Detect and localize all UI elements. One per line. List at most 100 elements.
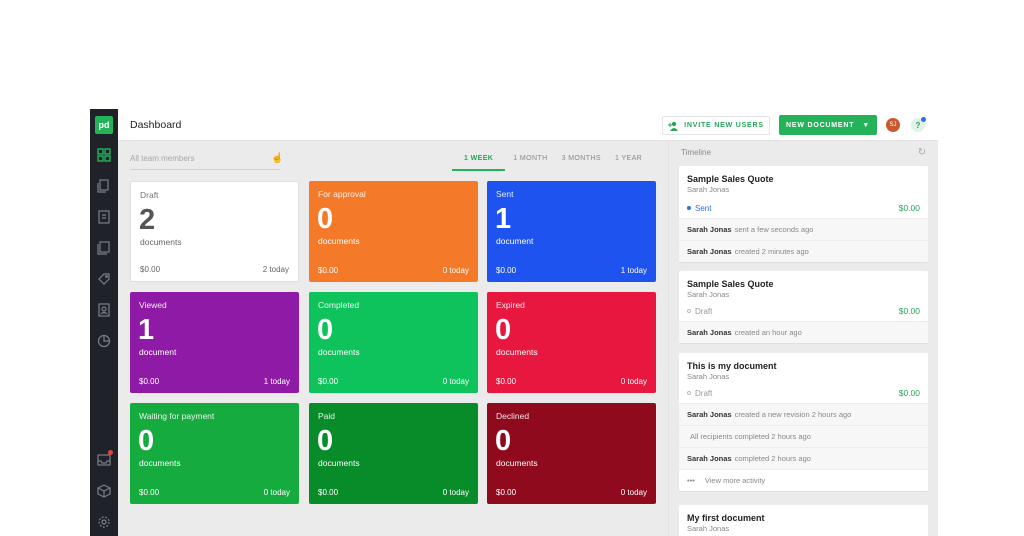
card-unit: documents	[318, 458, 360, 468]
documents-icon[interactable]	[96, 178, 112, 194]
reports-icon[interactable]	[96, 333, 112, 349]
invite-users-label: INVITE NEW USERS	[684, 122, 764, 129]
refresh-icon[interactable]: ↻	[918, 147, 926, 158]
activity-row: Sarah Jonas created a new revision 2 hour…	[679, 403, 928, 425]
card-amount: $0.00	[496, 377, 517, 386]
timeline-doc-price: $0.00	[898, 203, 920, 213]
timeline-card[interactable]: Sample Sales Quote Sarah Jonas Sent $0.0…	[679, 166, 928, 262]
card-unit: document	[496, 236, 534, 246]
invite-users-button[interactable]: INVITE NEW USERS	[662, 116, 770, 135]
avatar[interactable]: SJ	[886, 118, 900, 132]
activity-row: Sarah Jonas sent a few seconds ago	[679, 218, 928, 240]
status-card-completed[interactable]: Completed 0 documents $0.00 0 today	[309, 292, 478, 393]
dashboard-icon[interactable]	[96, 147, 112, 163]
card-unit: documents	[496, 458, 538, 468]
new-document-button[interactable]: NEW DOCUMENT ▼	[779, 115, 877, 135]
timeline-doc-name[interactable]: My first document	[687, 513, 920, 523]
status-card-viewed[interactable]: Viewed 1 document $0.00 1 today	[130, 292, 299, 393]
logo[interactable]: pd	[95, 116, 113, 134]
team-member-filter[interactable]: All team members	[130, 154, 280, 170]
timeline-doc-price: $0.00	[898, 388, 920, 398]
card-label: Paid	[318, 411, 336, 421]
sidebar: pd	[90, 109, 118, 536]
tab-1-week[interactable]: 1 WEEK	[452, 155, 506, 171]
activity-row: All recipients completed 2 hours ago	[679, 425, 928, 447]
status-badge: Draft	[687, 307, 712, 316]
card-amount: $0.00	[139, 377, 160, 386]
settings-icon[interactable]	[96, 514, 112, 530]
timeline-card[interactable]: Sample Sales Quote Sarah Jonas Draft $0.…	[679, 271, 928, 343]
card-label: Completed	[318, 300, 360, 310]
page-title: Dashboard	[130, 119, 182, 131]
timeline-panel: Timeline ↻ Sample Sales Quote Sarah Jona…	[668, 141, 938, 536]
card-count: 0	[317, 203, 334, 235]
help-button[interactable]: ?	[911, 117, 926, 132]
integrations-icon[interactable]	[96, 483, 112, 499]
status-card-expired[interactable]: Expired 0 documents $0.00 0 today	[487, 292, 656, 393]
timeline-doc-price: $0.00	[898, 306, 920, 316]
contacts-icon[interactable]	[96, 302, 112, 318]
card-today-count: 0 today	[442, 266, 469, 275]
card-label: Draft	[140, 190, 159, 200]
card-today-count: 2 today	[262, 265, 289, 274]
status-card-declined[interactable]: Declined 0 documents $0.00 0 today	[487, 403, 656, 504]
card-count: 1	[495, 203, 512, 235]
view-more-activity-link[interactable]: ••• View more activity	[679, 469, 928, 491]
timeline-doc-name[interactable]: This is my document	[687, 361, 920, 371]
card-today-count: 0 today	[263, 488, 290, 497]
timeline-doc-name[interactable]: Sample Sales Quote	[687, 279, 920, 289]
hand-cursor-icon: ☝	[271, 153, 284, 164]
app-window: pd Dashboard INVITE NEW USERS NEW DOCUME…	[90, 109, 938, 536]
timeline-card[interactable]: This is my document Sarah Jonas Draft $0…	[679, 353, 928, 491]
tab-1-year[interactable]: 1 YEAR	[615, 155, 642, 171]
card-today-count: 0 today	[442, 377, 469, 386]
card-today-count: 1 today	[620, 266, 647, 275]
card-unit: document	[139, 347, 177, 357]
status-badge: Sent	[687, 204, 711, 213]
activity-row: Sarah Jonas created an hour ago	[679, 321, 928, 343]
more-dots-icon: •••	[687, 476, 695, 485]
activity-row: Sarah Jonas created 2 minutes ago	[679, 240, 928, 262]
card-amount: $0.00	[496, 488, 517, 497]
card-today-count: 1 today	[263, 377, 290, 386]
status-card-sent[interactable]: Sent 1 document $0.00 1 today	[487, 181, 656, 282]
status-card-waiting-for-payment[interactable]: Waiting for payment 0 documents $0.00 0 toda…	[130, 403, 299, 504]
card-unit: documents	[318, 236, 360, 246]
timeline-title: Timeline	[681, 148, 711, 157]
templates-icon[interactable]	[96, 209, 112, 225]
timeline-doc-author: Sarah Jonas	[687, 185, 730, 194]
notification-dot	[108, 450, 113, 455]
card-amount: $0.00	[139, 488, 160, 497]
card-count: 2	[139, 204, 156, 236]
activity-row: Sarah Jonas completed 2 hours ago	[679, 447, 928, 469]
card-unit: documents	[140, 237, 182, 247]
card-count: 0	[317, 425, 334, 457]
content-library-icon[interactable]	[96, 240, 112, 256]
card-unit: documents	[318, 347, 360, 357]
card-amount: $0.00	[140, 265, 161, 274]
tab-3-months[interactable]: 3 MONTHS	[562, 155, 601, 171]
tab-1-month[interactable]: 1 MONTH	[513, 155, 547, 171]
status-card-draft[interactable]: Draft 2 documents $0.00 2 today	[130, 181, 299, 282]
card-label: For approval	[318, 189, 366, 199]
status-card-paid[interactable]: Paid 0 documents $0.00 0 today	[309, 403, 478, 504]
top-header: Dashboard INVITE NEW USERS NEW DOCUMENT …	[118, 109, 938, 141]
status-card-for-approval[interactable]: For approval 0 documents $0.00 0 today	[309, 181, 478, 282]
help-icon: ?	[915, 120, 921, 130]
status-badge: Draft	[687, 389, 712, 398]
timeline-card[interactable]: My first document Sarah Jonas	[679, 505, 928, 536]
card-count: 0	[495, 425, 512, 457]
timeline-doc-author: Sarah Jonas	[687, 290, 730, 299]
timeline-doc-author: Sarah Jonas	[687, 524, 730, 533]
catalog-icon[interactable]	[96, 271, 112, 287]
new-document-label: NEW DOCUMENT	[786, 121, 855, 129]
card-unit: documents	[496, 347, 538, 357]
inbox-icon[interactable]	[96, 450, 113, 468]
card-today-count: 0 today	[620, 377, 647, 386]
card-amount: $0.00	[496, 266, 517, 275]
card-count: 0	[138, 425, 155, 457]
card-amount: $0.00	[318, 377, 339, 386]
timeline-doc-name[interactable]: Sample Sales Quote	[687, 174, 920, 184]
add-user-icon	[668, 121, 679, 131]
card-label: Sent	[496, 189, 514, 199]
